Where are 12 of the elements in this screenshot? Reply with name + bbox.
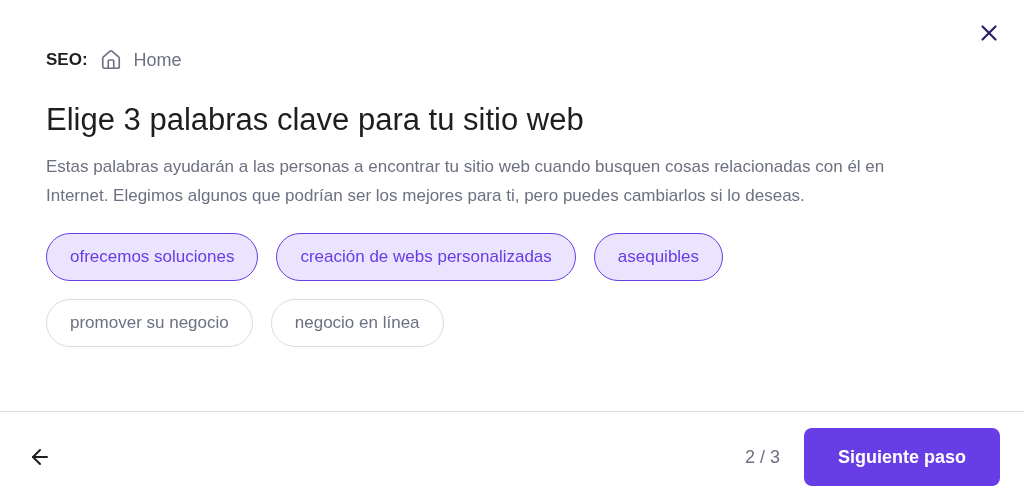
step-counter: 2 / 3 [744, 445, 780, 469]
keyword-chip[interactable]: negocio en línea [270, 299, 444, 347]
next-button[interactable]: Siguiente paso [803, 428, 1000, 486]
breadcrumb-page: Home [133, 48, 182, 72]
description: Estas palabras ayudarán a las personas a encontrar tu sitio web cuando busquen cosas relacionadas con él en Internet. Elegimos algunos que podrían ser los mejores para ti, pero puedes cambiarlos si lo deseas. [46, 156, 886, 207]
keyword-chip[interactable]: promover su negocio [46, 299, 253, 347]
keyword-chip[interactable]: creación de webs personalizadas [276, 233, 576, 281]
keyword-chip[interactable]: ofrecemos soluciones [46, 233, 259, 281]
keyword-chip[interactable]: asequibles [593, 233, 724, 281]
home-icon [99, 49, 122, 71]
page-title: Elige 3 palabras clave para tu sitio web [46, 101, 585, 139]
breadcrumb-label: SEO: [46, 49, 88, 72]
